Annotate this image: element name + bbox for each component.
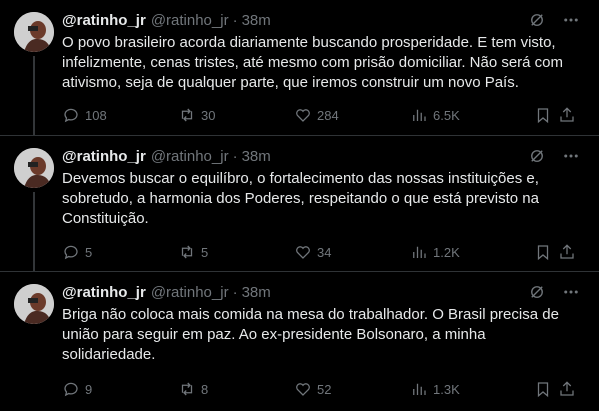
- like-count: 284: [317, 107, 339, 123]
- display-name[interactable]: @ratinho_jr: [62, 284, 146, 301]
- reply-button[interactable]: 5: [62, 243, 92, 261]
- tweet-thread: @ratinho_jr @ratinho_jr · 38m O povo bra…: [0, 0, 599, 411]
- more-icon[interactable]: [561, 282, 581, 302]
- tweet-top-actions: [527, 10, 581, 30]
- retweet-icon: [181, 382, 193, 396]
- tweet-header: @ratinho_jr @ratinho_jr · 38m: [62, 146, 271, 166]
- tweet[interactable]: @ratinho_jr @ratinho_jr · 38m Devemos bu…: [0, 136, 599, 272]
- share-button[interactable]: [558, 380, 581, 398]
- reply-button[interactable]: 9: [62, 380, 92, 398]
- views-icon: [413, 246, 426, 258]
- tweet-actions: 5 5 34 1.2K: [62, 242, 581, 262]
- avatar-image: [14, 284, 54, 324]
- timestamp[interactable]: 38m: [242, 148, 271, 165]
- reply-icon: [64, 245, 78, 260]
- views-icon: [413, 383, 426, 395]
- like-count: 52: [317, 381, 332, 397]
- like-button[interactable]: 52: [294, 380, 331, 398]
- avatar[interactable]: [14, 12, 54, 52]
- view-count: 1.2K: [433, 244, 460, 260]
- share-button[interactable]: [558, 106, 581, 124]
- more-icon[interactable]: [561, 146, 581, 166]
- separator: ·: [232, 147, 238, 165]
- like-icon: [296, 109, 310, 122]
- tweet-text: O povo brasileiro acorda diariamente bus…: [62, 34, 564, 91]
- grok-icon[interactable]: [527, 10, 547, 30]
- grok-icon[interactable]: [527, 282, 547, 302]
- separator: ·: [232, 11, 238, 29]
- thread-connector: [33, 56, 35, 136]
- views-button[interactable]: 1.3K: [410, 380, 460, 398]
- reply-count: 108: [85, 107, 107, 123]
- share-icon: [560, 244, 574, 259]
- like-count: 34: [317, 244, 332, 260]
- like-icon: [296, 383, 310, 396]
- avatar[interactable]: [14, 148, 54, 188]
- tweet-top-actions: [527, 146, 581, 166]
- like-button[interactable]: 34: [294, 243, 331, 261]
- bookmark-icon: [537, 382, 549, 398]
- user-handle[interactable]: @ratinho_jr: [151, 12, 229, 29]
- like-button[interactable]: 284: [294, 106, 339, 124]
- reply-count: 5: [85, 244, 93, 260]
- share-icon: [560, 381, 574, 396]
- views-icon: [413, 109, 426, 121]
- tweet-actions: 9 8 52 1.3K: [62, 379, 581, 399]
- tweet-text: Devemos buscar o equilíbro, o fortalecim…: [62, 170, 539, 227]
- avatar-image: [14, 148, 54, 188]
- reply-icon: [64, 108, 78, 123]
- tweet[interactable]: @ratinho_jr @ratinho_jr · 38m O povo bra…: [0, 0, 599, 136]
- timestamp[interactable]: 38m: [242, 12, 271, 29]
- retweet-icon: [181, 108, 193, 122]
- retweet-count: 30: [201, 107, 216, 123]
- retweet-icon: [181, 245, 193, 259]
- reply-button[interactable]: 108: [62, 106, 107, 124]
- avatar[interactable]: [14, 284, 54, 324]
- reply-icon: [64, 382, 78, 397]
- more-icon[interactable]: [561, 10, 581, 30]
- grok-icon[interactable]: [527, 146, 547, 166]
- tweet-header: @ratinho_jr @ratinho_jr · 38m: [62, 282, 271, 302]
- tweet-top-actions: [527, 282, 581, 302]
- like-icon: [296, 246, 310, 259]
- timestamp[interactable]: 38m: [242, 284, 271, 301]
- retweet-button[interactable]: 30: [178, 106, 215, 124]
- retweet-count: 8: [201, 381, 209, 397]
- views-button[interactable]: 1.2K: [410, 243, 460, 261]
- retweet-button[interactable]: 8: [178, 380, 208, 398]
- share-button[interactable]: [558, 243, 581, 261]
- views-button[interactable]: 6.5K: [410, 106, 460, 124]
- bookmark-icon: [537, 108, 549, 124]
- user-handle[interactable]: @ratinho_jr: [151, 284, 229, 301]
- view-count: 6.5K: [433, 107, 460, 123]
- user-handle[interactable]: @ratinho_jr: [151, 148, 229, 165]
- bookmark-button[interactable]: [534, 243, 557, 261]
- bookmark-button[interactable]: [534, 380, 557, 398]
- reply-count: 9: [85, 381, 93, 397]
- retweet-button[interactable]: 5: [178, 243, 208, 261]
- separator: ·: [232, 283, 238, 301]
- tweet-actions: 108 30 284 6.5K: [62, 105, 581, 125]
- avatar-image: [14, 12, 54, 52]
- display-name[interactable]: @ratinho_jr: [62, 148, 146, 165]
- bookmark-icon: [537, 245, 549, 261]
- tweet[interactable]: @ratinho_jr @ratinho_jr · 38m Briga não …: [0, 272, 599, 411]
- tweet-text: Briga não coloca mais comida na mesa do …: [62, 306, 559, 363]
- display-name[interactable]: @ratinho_jr: [62, 12, 146, 29]
- tweet-header: @ratinho_jr @ratinho_jr · 38m: [62, 10, 271, 30]
- share-icon: [560, 107, 574, 122]
- bookmark-button[interactable]: [534, 106, 557, 124]
- thread-connector: [33, 192, 35, 272]
- retweet-count: 5: [201, 244, 209, 260]
- view-count: 1.3K: [433, 381, 460, 397]
